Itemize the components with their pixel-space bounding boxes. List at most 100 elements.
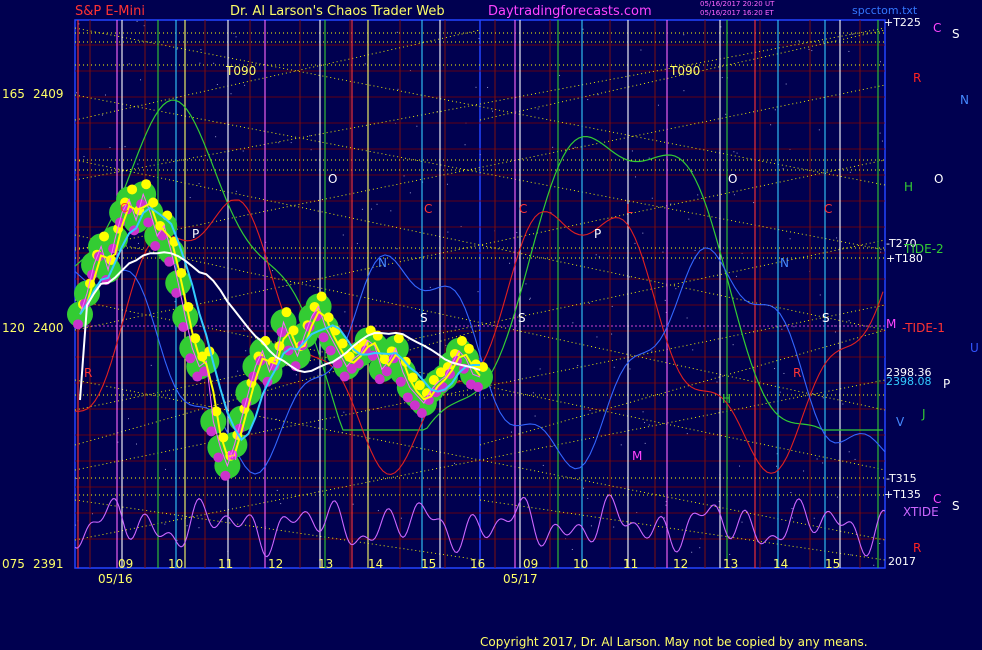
star-dot xyxy=(525,283,527,285)
price-low-marker xyxy=(402,392,413,403)
star-dot xyxy=(879,61,881,63)
file-name: spcctom.txt xyxy=(852,4,918,17)
star-dot xyxy=(582,28,584,30)
star-dot xyxy=(699,547,701,549)
star-dot xyxy=(725,113,727,115)
star-dot xyxy=(836,496,838,498)
chart-label-s1: S xyxy=(420,311,428,325)
planet-h: H xyxy=(904,180,914,194)
price-low-marker xyxy=(185,353,196,364)
right-label-t135: +T135 xyxy=(884,488,921,501)
chart-label-p2: P xyxy=(594,227,602,241)
star-dot xyxy=(781,328,783,330)
star-dot xyxy=(776,465,778,467)
x-hour-d1-14: 14 xyxy=(368,557,384,571)
star-dot xyxy=(397,88,399,90)
star-dot xyxy=(880,251,882,253)
planet-o: O xyxy=(934,172,944,186)
star-dot xyxy=(244,329,246,331)
star-dot xyxy=(629,368,631,370)
x-hour-d2-15: 15 xyxy=(825,557,841,571)
star-dot xyxy=(692,349,694,351)
star-dot xyxy=(663,517,665,519)
tide2-label: TIDE-2 xyxy=(904,242,944,256)
star-dot xyxy=(721,77,723,79)
y-label-top-pct: 165 xyxy=(2,87,25,101)
star-dot xyxy=(76,92,78,94)
star-dot xyxy=(529,298,531,300)
star-dot xyxy=(174,301,176,303)
right-label-t315: -T315 xyxy=(886,472,917,485)
chart-label-c1: C xyxy=(120,201,129,215)
star-dot xyxy=(848,50,850,52)
star-dot xyxy=(613,366,615,368)
star-dot xyxy=(280,503,282,505)
star-dot xyxy=(428,488,430,490)
price-low-marker xyxy=(416,408,427,419)
price-high-marker xyxy=(141,179,152,190)
chart-label-m2: M xyxy=(632,449,643,463)
star-dot xyxy=(344,311,346,313)
price-high-marker xyxy=(428,375,439,386)
star-dot xyxy=(235,36,237,38)
star-dot xyxy=(851,33,853,35)
star-dot xyxy=(783,372,785,374)
price-low-marker xyxy=(325,345,336,356)
star-dot xyxy=(537,108,539,110)
star-dot xyxy=(416,125,418,127)
star-dot xyxy=(176,48,178,50)
star-dot xyxy=(244,84,246,86)
star-dot xyxy=(109,147,111,149)
star-dot xyxy=(683,34,685,36)
star-dot xyxy=(644,442,646,444)
star-dot xyxy=(770,124,772,126)
star-dot xyxy=(164,468,166,470)
star-dot xyxy=(816,458,818,460)
star-dot xyxy=(879,542,881,544)
star-dot xyxy=(475,86,477,88)
star-dot xyxy=(651,197,653,199)
star-dot xyxy=(803,470,805,472)
star-dot xyxy=(779,391,781,393)
star-dot xyxy=(836,237,838,239)
star-dot xyxy=(774,368,776,370)
star-dot xyxy=(199,62,201,64)
star-dot xyxy=(400,517,402,519)
x-hour-d2-12: 12 xyxy=(673,557,689,571)
x-hour-d1-12: 12 xyxy=(268,557,284,571)
price-low-marker xyxy=(409,400,420,411)
star-dot xyxy=(881,140,883,142)
star-dot xyxy=(272,270,274,272)
star-dot xyxy=(818,129,820,131)
star-dot xyxy=(315,159,317,161)
star-dot xyxy=(697,194,699,196)
site-link[interactable]: Daytradingforecasts.com xyxy=(488,5,652,18)
star-dot xyxy=(396,248,398,250)
y-label-mid-pct: 120 xyxy=(2,321,25,335)
star-dot xyxy=(640,49,642,51)
yellow-dotted-line xyxy=(74,29,481,121)
star-dot xyxy=(200,49,202,51)
star-dot xyxy=(813,517,815,519)
star-dot xyxy=(215,136,217,138)
star-dot xyxy=(657,104,659,106)
timestamp-et: 05/16/2017 16:20 ET xyxy=(700,9,774,17)
x-hour-d2-14: 14 xyxy=(773,557,789,571)
star-dot xyxy=(342,234,344,236)
x-hour-d2-11: 11 xyxy=(623,557,639,571)
star-dot xyxy=(371,208,373,210)
star-dot xyxy=(634,176,636,178)
price-low-marker xyxy=(220,470,231,481)
star-dot xyxy=(735,275,737,277)
price-low-marker xyxy=(318,332,329,343)
right-label-t225: +T225 xyxy=(884,16,921,29)
star-dot xyxy=(648,424,650,426)
star-dot xyxy=(186,525,188,527)
star-dot xyxy=(753,202,755,204)
price-low-marker xyxy=(395,376,406,387)
chart-label-p1: P xyxy=(192,227,200,241)
price-high-marker xyxy=(456,335,467,346)
star-dot xyxy=(675,288,677,290)
right-label-year: 2017 xyxy=(888,555,916,568)
price-high-marker xyxy=(127,184,138,195)
